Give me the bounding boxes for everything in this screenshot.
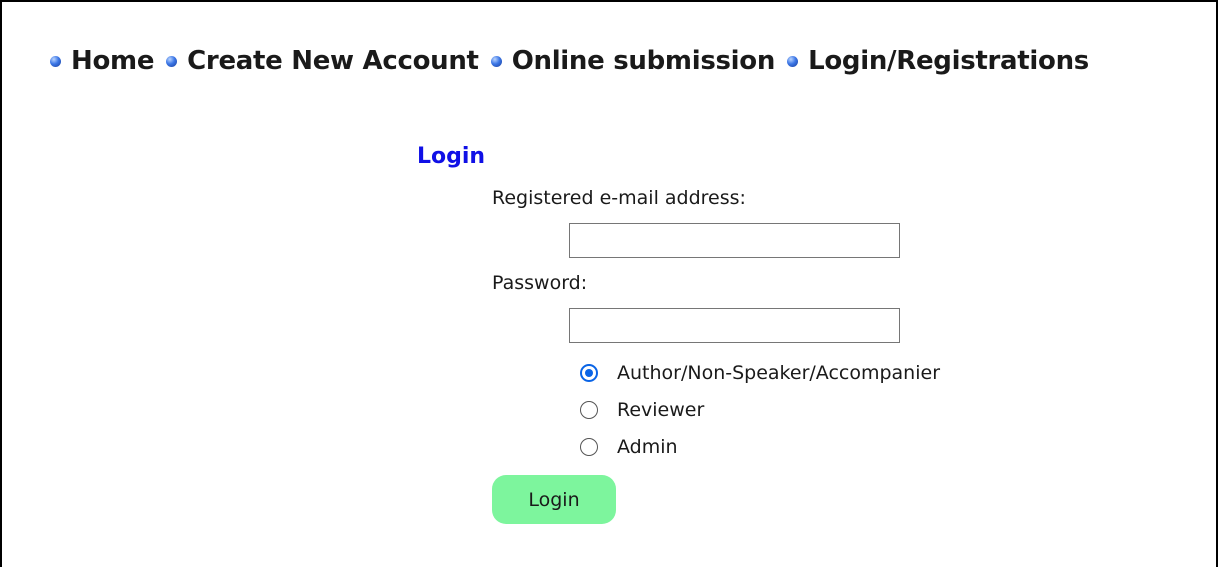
- nav-label: Home: [71, 46, 155, 76]
- nav-item-online-submission[interactable]: Online submission: [490, 46, 776, 76]
- nav-item-home[interactable]: Home: [50, 46, 154, 76]
- nav-label: Login/Registrations: [808, 46, 1089, 76]
- login-button[interactable]: Login: [492, 475, 616, 524]
- nav-item-login-registrations[interactable]: Login/Registrations: [787, 46, 1089, 76]
- role-option-author[interactable]: Author/Non-Speaker/Accompanier: [580, 362, 940, 384]
- role-label: Author/Non-Speaker/Accompanier: [617, 362, 940, 384]
- nav-label: Create New Account: [187, 46, 479, 76]
- bullet-icon: [787, 55, 799, 67]
- email-label: Registered e-mail address:: [492, 187, 746, 209]
- bullet-icon: [50, 55, 61, 67]
- radio-button[interactable]: [580, 438, 598, 456]
- email-field[interactable]: [569, 223, 900, 258]
- nav-item-create-account[interactable]: Create New Account: [166, 46, 479, 76]
- role-label: Reviewer: [617, 399, 705, 421]
- bullet-icon: [166, 55, 178, 67]
- role-option-reviewer[interactable]: Reviewer: [580, 399, 704, 421]
- nav-label: Online submission: [511, 46, 776, 76]
- role-label: Admin: [617, 436, 678, 458]
- role-option-admin[interactable]: Admin: [580, 436, 678, 458]
- page-frame: Home Create New Account Online submissio…: [0, 0, 1218, 567]
- password-label: Password:: [492, 272, 588, 294]
- password-field[interactable]: [569, 308, 900, 343]
- bullet-icon: [490, 55, 502, 67]
- top-navigation: Home Create New Account Online submissio…: [50, 46, 1089, 76]
- login-heading: Login: [417, 144, 486, 169]
- radio-button-checked[interactable]: [580, 364, 598, 382]
- radio-button[interactable]: [580, 401, 598, 419]
